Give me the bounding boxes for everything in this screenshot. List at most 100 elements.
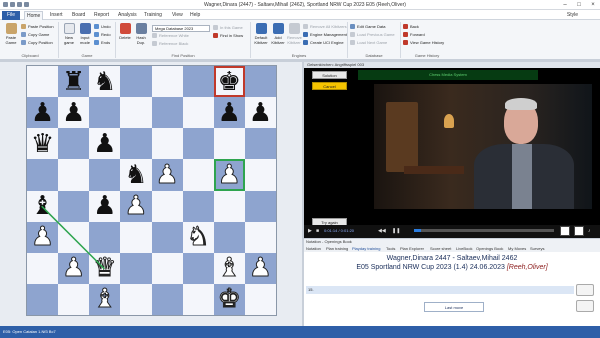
square-c5[interactable] [89, 159, 121, 191]
white-knight-piece[interactable]: ♞ [186, 224, 210, 251]
white-bishop-piece[interactable]: ♝ [93, 286, 117, 313]
square-a6[interactable]: ♛ [27, 128, 59, 160]
delete-button[interactable]: Delete [118, 23, 132, 40]
white-pawn-piece[interactable]: ♟ [217, 161, 241, 188]
square-b3[interactable] [58, 221, 90, 253]
square-b7[interactable]: ♟ [58, 97, 90, 129]
square-e5[interactable]: ♟ [151, 159, 183, 191]
fullscreen-toggle[interactable] [560, 226, 570, 236]
black-pawn-piece[interactable]: ♟ [62, 100, 85, 126]
square-h8[interactable] [244, 66, 276, 98]
square-f5[interactable] [182, 159, 214, 191]
square-e6[interactable] [151, 128, 183, 160]
database-select[interactable]: Mega Database 2023 [152, 25, 210, 32]
square-h6[interactable] [244, 128, 276, 160]
square-d8[interactable] [120, 66, 152, 98]
square-g6[interactable] [213, 128, 245, 160]
load-previous-game-button[interactable]: Load Previous Game [350, 32, 395, 38]
engine-management-button[interactable]: Engine Management [303, 32, 347, 38]
square-g1[interactable]: ♚ [213, 283, 245, 315]
white-pawn-piece[interactable]: ♟ [62, 255, 86, 282]
black-rook-piece[interactable]: ♜ [62, 69, 85, 95]
tab-board[interactable]: Board [70, 11, 87, 20]
back-button[interactable]: Back [403, 24, 419, 30]
square-b5[interactable] [58, 159, 90, 191]
paste-game-button[interactable]: Paste Game [3, 23, 19, 45]
square-a7[interactable]: ♟ [27, 97, 59, 129]
black-pawn-piece[interactable]: ♟ [218, 100, 241, 126]
square-e1[interactable] [151, 283, 183, 315]
edit-game-data-button[interactable]: Edit Game Data [350, 24, 385, 30]
ends-button[interactable]: Ends [94, 40, 110, 46]
square-h5[interactable] [244, 159, 276, 191]
square-f1[interactable] [182, 283, 214, 315]
square-g8[interactable]: ♚ [213, 66, 245, 98]
square-d3[interactable] [120, 221, 152, 253]
in-this-game-button[interactable]: In this Game [213, 25, 243, 31]
black-pawn-piece[interactable]: ♟ [93, 131, 116, 157]
find-in-show-button[interactable]: Find in Show [213, 33, 243, 39]
chess-board[interactable]: ♜ ♞ ♚ ♟ ♟ ♟ ♟ ♛ ♟ ♞ ♟ ♟ ♝ ♟ ♟ ♟ ♞ ♟ ♛ ♝ ♟ ♝ ♚ [26, 65, 277, 316]
square-a2[interactable] [27, 252, 59, 284]
square-d2[interactable] [120, 252, 152, 284]
white-bishop-piece[interactable]: ♝ [217, 255, 241, 282]
copy-game-button[interactable]: Copy Game [21, 32, 49, 38]
last-move-button[interactable]: Last move [424, 302, 484, 312]
coach-icon[interactable] [576, 300, 594, 312]
move-row[interactable]: 15. [306, 286, 574, 294]
window-toggle[interactable] [574, 226, 584, 236]
skip-back-icon[interactable]: ◀◀ [378, 227, 386, 235]
stop-icon[interactable]: ■ [316, 227, 319, 235]
square-b8[interactable]: ♜ [58, 66, 90, 98]
undo-button[interactable]: Undo [94, 24, 111, 30]
close-button[interactable]: × [586, 0, 600, 10]
square-h2[interactable]: ♟ [244, 252, 276, 284]
square-a8[interactable] [27, 66, 59, 98]
tab-home[interactable]: Home [24, 11, 44, 20]
redo-button[interactable]: Redo [94, 32, 111, 38]
square-h4[interactable] [244, 190, 276, 222]
tab-help[interactable]: Help [188, 11, 202, 20]
square-b2[interactable]: ♟ [58, 252, 90, 284]
square-c8[interactable]: ♞ [89, 66, 121, 98]
print-icon[interactable] [24, 2, 29, 7]
input-mode-button[interactable]: Input mode [78, 23, 92, 45]
tab-training[interactable]: Training [142, 11, 164, 20]
square-d6[interactable] [120, 128, 152, 160]
white-pawn-piece[interactable]: ♟ [30, 224, 54, 251]
volume-icon[interactable]: ♪ [588, 227, 591, 235]
square-h3[interactable] [244, 221, 276, 253]
video-progress-track[interactable] [414, 229, 554, 232]
pause-icon[interactable]: ❚❚ [392, 227, 400, 235]
square-a5[interactable] [27, 159, 59, 191]
square-c1[interactable]: ♝ [89, 283, 121, 315]
remove-all-kibitzers-button[interactable]: Remove All Kibitzers [303, 24, 347, 30]
square-h1[interactable] [244, 283, 276, 315]
square-b4[interactable] [58, 190, 90, 222]
square-a4[interactable]: ♝ [27, 190, 59, 222]
square-f7[interactable] [182, 97, 214, 129]
maximize-button[interactable]: □ [572, 0, 586, 10]
new-game-button[interactable]: New game [62, 23, 76, 45]
tab-report[interactable]: Report [92, 11, 111, 20]
copy-position-button[interactable]: Copy Position [21, 40, 53, 46]
square-g4[interactable] [213, 190, 245, 222]
square-d5[interactable]: ♞ [120, 159, 152, 191]
square-b1[interactable] [58, 283, 90, 315]
square-e2[interactable] [151, 252, 183, 284]
save-icon[interactable] [3, 2, 8, 7]
default-kibitzer-button[interactable]: Default Kibitzer [253, 23, 269, 45]
view-game-history-button[interactable]: View Game History [403, 40, 444, 46]
play-icon[interactable]: ▶ [308, 227, 312, 235]
reference-black-button[interactable]: Reference Black [152, 41, 188, 47]
square-f3[interactable]: ♞ [182, 221, 214, 253]
undo-icon[interactable] [10, 2, 15, 7]
square-h7[interactable]: ♟ [244, 97, 276, 129]
square-c2[interactable]: ♛ [89, 252, 121, 284]
forward-button[interactable]: Forward [403, 32, 425, 38]
white-queen-piece[interactable]: ♛ [93, 255, 117, 282]
white-king-piece[interactable]: ♚ [217, 286, 241, 313]
square-g3[interactable] [213, 221, 245, 253]
square-c6[interactable]: ♟ [89, 128, 121, 160]
black-pawn-piece[interactable]: ♟ [249, 100, 272, 126]
